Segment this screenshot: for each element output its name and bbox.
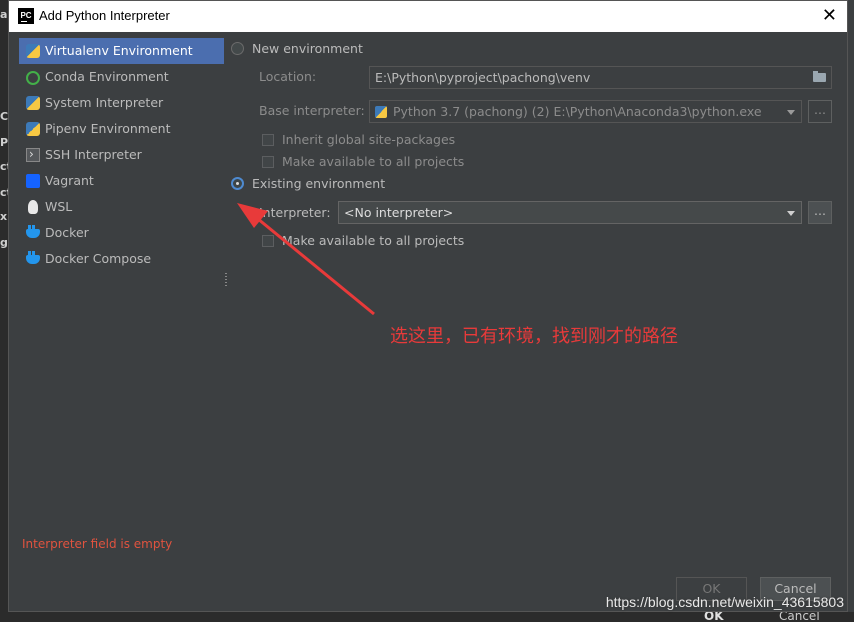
sidebar-item-vagrant[interactable]: Vagrant (19, 168, 224, 194)
background-fragment: ct (0, 160, 8, 173)
docker-icon (26, 225, 40, 238)
annotation-text: 选这里，已有环境，找到刚才的路径 (390, 326, 678, 347)
sidebar-item-label: Pipenv Environment (45, 121, 171, 136)
base-interpreter-value: Python 3.7 (pachong) (2) E:\Python\Anaco… (393, 104, 762, 119)
inherit-site-packages-checkbox[interactable] (262, 134, 274, 146)
add-interpreter-dialog: PC Add Python Interpreter ✕ Virtualenv E… (8, 0, 848, 612)
watermark: https://blog.csdn.net/weixin_43615803 (605, 594, 844, 610)
base-interpreter-select[interactable]: Python 3.7 (pachong) (2) E:\Python\Anaco… (369, 100, 802, 123)
splitter-handle[interactable] (225, 273, 227, 287)
sidebar-item-system[interactable]: System Interpreter (19, 90, 224, 116)
validation-error: Interpreter field is empty (22, 537, 173, 551)
new-env-available-label: Make available to all projects (282, 154, 465, 169)
sidebar-item-label: Conda Environment (45, 69, 169, 84)
python-icon (26, 44, 40, 58)
pycharm-app-icon: PC (18, 8, 34, 24)
sidebar-item-pipenv[interactable]: Pipenv Environment (19, 116, 224, 142)
python-icon (375, 106, 387, 118)
conda-icon (26, 71, 40, 85)
base-interpreter-label: Base interpreter: (259, 103, 365, 118)
new-environment-radio[interactable] (231, 42, 244, 55)
sidebar-item-docker-compose[interactable]: Docker Compose (19, 246, 224, 272)
background-fragment: ai (0, 8, 8, 21)
sidebar-item-label: System Interpreter (45, 95, 164, 110)
terminal-icon (26, 141, 40, 167)
interpreter-browse-button[interactable]: ... (808, 201, 832, 224)
chevron-down-icon (787, 211, 795, 216)
location-label: Location: (259, 69, 317, 84)
sidebar-item-wsl[interactable]: WSL (19, 194, 224, 220)
background-window-bottom: OK Cancel (0, 612, 854, 622)
background-window-strip: ai C P ct ct x g (0, 0, 8, 622)
inherit-site-packages-label: Inherit global site-packages (282, 132, 456, 147)
vagrant-icon (26, 174, 40, 188)
existing-env-available-checkbox[interactable] (262, 235, 274, 247)
new-env-available-checkbox[interactable] (262, 156, 274, 168)
location-field[interactable]: E:\Python\pyproject\pachong\venv (369, 66, 832, 89)
background-cancel-ghost: Cancel (779, 612, 820, 622)
interpreter-value: <No interpreter> (344, 205, 454, 220)
sidebar-item-conda[interactable]: Conda Environment (19, 64, 224, 90)
sidebar-item-label: WSL (45, 199, 73, 214)
sidebar-item-virtualenv[interactable]: Virtualenv Environment (19, 38, 224, 64)
title-bar: PC Add Python Interpreter ✕ (9, 1, 847, 32)
linux-icon (28, 200, 38, 214)
close-icon[interactable]: ✕ (822, 5, 837, 26)
sidebar-item-ssh[interactable]: SSH Interpreter (19, 141, 224, 168)
background-fragment: ct (0, 186, 8, 199)
new-environment-label: New environment (252, 41, 363, 56)
python-icon (26, 96, 40, 110)
existing-environment-label: Existing environment (252, 176, 386, 191)
sidebar-item-label: Docker Compose (45, 251, 152, 266)
background-fragment: g (0, 236, 8, 249)
sidebar-item-label: Docker (45, 225, 89, 240)
interpreter-label: Interpreter: (259, 205, 331, 220)
chevron-down-icon (787, 110, 795, 115)
sidebar-item-label: Vagrant (45, 173, 94, 188)
python-icon (26, 122, 40, 136)
existing-environment-radio[interactable] (231, 177, 244, 190)
background-fragment: x (0, 210, 8, 223)
sidebar-item-docker[interactable]: Docker (19, 220, 224, 246)
background-fragment: C (0, 110, 8, 123)
folder-icon[interactable] (813, 71, 826, 82)
interpreter-type-list: Virtualenv Environment Conda Environment… (19, 38, 224, 272)
background-fragment: P (0, 136, 8, 149)
window-title: Add Python Interpreter (39, 8, 170, 23)
docker-icon (26, 251, 40, 264)
sidebar-item-label: SSH Interpreter (45, 147, 142, 162)
location-value: E:\Python\pyproject\pachong\venv (375, 70, 591, 85)
interpreter-select[interactable]: <No interpreter> (338, 201, 802, 224)
existing-env-available-label: Make available to all projects (282, 233, 465, 248)
sidebar-item-label: Virtualenv Environment (45, 43, 193, 58)
background-ok-ghost: OK (704, 612, 724, 622)
base-interpreter-browse-button[interactable]: ... (808, 100, 832, 123)
